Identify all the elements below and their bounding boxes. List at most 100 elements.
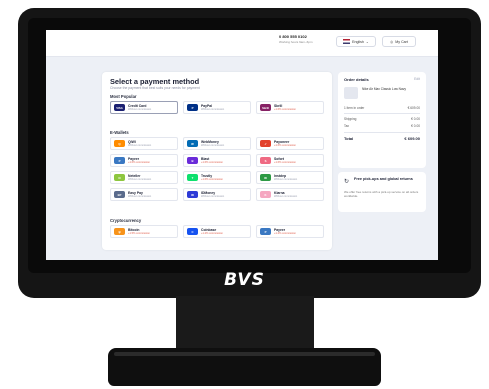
return-icon: ↻	[344, 179, 350, 185]
payment-option-text: Easy Pay Without commission	[128, 191, 151, 199]
payment-logo-icon: W	[187, 140, 198, 147]
payment-option-text: Credit Card Without commission	[128, 104, 151, 112]
payment-logo-icon: N	[114, 174, 125, 181]
section-label: Most Popular	[110, 94, 137, 99]
payment-option-text: WebMoney Without commission	[201, 140, 224, 148]
payment-logo-icon: ₿	[114, 228, 125, 235]
edit-order-link[interactable]: Edit	[414, 77, 420, 81]
divider	[344, 113, 420, 114]
payment-option-text: PayPal Without commission	[201, 104, 224, 112]
payment-logo-icon: P	[260, 228, 271, 235]
payment-option[interactable]: ✓ Payoneer +1.6% commission	[256, 137, 324, 150]
total-row: Total € 609.00	[344, 136, 420, 141]
payment-option[interactable]: C Coinbase +1.2% commission	[183, 225, 251, 238]
payment-option[interactable]: S Sofort +1.6% commission	[256, 154, 324, 167]
payment-logo-icon: P	[187, 104, 198, 111]
payment-option[interactable]: Skrill Skrill +1.6% commission	[256, 101, 324, 114]
payment-option-fee: +1.5% commission	[128, 231, 150, 235]
payment-option-fee: Without commission	[201, 143, 225, 147]
shipping-value: € 0.00	[411, 117, 420, 121]
free-returns-card: ↻ Free pick-ups and global returns We of…	[338, 172, 426, 212]
payment-option[interactable]: EP Easy Pay Without commission	[110, 188, 178, 201]
top-bar: 0 800 555 0102 Working hours 9am–6pm Eng…	[46, 30, 438, 57]
payment-option-text: Sofort +1.6% commission	[274, 157, 296, 165]
payment-option[interactable]: Q QIWI Without commission	[110, 137, 178, 150]
payment-option-text: Skrill +1.6% commission	[274, 104, 296, 112]
screen: 0 800 555 0102 Working hours 9am–6pm Eng…	[46, 30, 438, 260]
payment-logo-icon: ID	[187, 191, 198, 198]
payment-logo-icon: EP	[114, 191, 125, 198]
payment-option[interactable]: P Payeer +1.2% commission	[256, 225, 324, 238]
us-flag-icon	[343, 39, 351, 44]
payment-option-text: QIWI Without commission	[128, 140, 151, 148]
payment-logo-icon: ✓	[260, 140, 271, 147]
payment-option-text: Payeer +1.6% commission	[128, 157, 150, 165]
payment-option-fee: Without commission	[201, 194, 225, 198]
page-title: Select a payment method	[110, 77, 200, 86]
payment-option-text: Payeer +1.2% commission	[274, 228, 296, 236]
product-name: Nike Air Max Classic Low Navy	[362, 87, 406, 91]
payment-option[interactable]: K Klarna Without commission	[256, 188, 324, 201]
payment-logo-icon: T	[187, 174, 198, 181]
payment-option-fee: +1.6% commission	[201, 160, 223, 164]
payment-option-fee: Without commission	[128, 177, 152, 181]
payment-logo-icon: Q	[114, 140, 125, 147]
payment-method-card: Select a payment method Choose the payme…	[102, 72, 332, 250]
payment-option[interactable]: VISA Credit Card Without commission	[110, 101, 178, 114]
stand-base-highlight	[114, 352, 375, 356]
payment-option-text: Instdep Without commission	[274, 174, 297, 182]
cart-label: My Cart	[395, 39, 408, 44]
payment-option-text: IDMoney Without commission	[201, 191, 224, 199]
payment-option[interactable]: P Payeer +1.6% commission	[110, 154, 178, 167]
shipping-row: Shipping € 0.00	[344, 117, 420, 121]
payment-option-fee: Without commission	[128, 107, 152, 111]
section-label: Cryptocurrency	[110, 218, 142, 223]
payment-logo-icon: ID	[260, 174, 271, 181]
payment-logo-icon: VISA	[114, 104, 125, 111]
promo-text: We offer free returns with a pick-up ser…	[344, 190, 419, 198]
payment-option[interactable]: T Trustly +1.6% commission	[183, 171, 251, 184]
payment-logo-icon: C	[187, 228, 198, 235]
payment-option-fee: +1.6% commission	[274, 143, 296, 147]
payment-option[interactable]: B Blast +1.6% commission	[183, 154, 251, 167]
payment-option[interactable]: W WebMoney Without commission	[183, 137, 251, 150]
payment-option-fee: +1.6% commission	[201, 177, 223, 181]
order-details-card: Order details Edit Nike Air Max Classic …	[338, 72, 426, 168]
payment-options-grid: VISA Credit Card Without commission P PayPal…	[110, 101, 324, 114]
payment-option-fee: Without commission	[201, 107, 225, 111]
payment-option-text: Neteller Without commission	[128, 174, 151, 182]
promo-title: Free pick-ups and global returns	[354, 177, 413, 181]
page-subtitle: Choose the payment that best suits your …	[110, 86, 200, 90]
product-thumbnail	[344, 87, 358, 99]
payment-option-fee: +1.2% commission	[274, 231, 296, 235]
payment-option-fee: Without commission	[128, 194, 152, 198]
payment-option-fee: +1.6% commission	[128, 160, 150, 164]
cart-button[interactable]: ◎ My Cart	[382, 36, 416, 47]
payment-option-text: Klarna Without commission	[274, 191, 297, 199]
payment-option[interactable]: ID IDMoney Without commission	[183, 188, 251, 201]
tax-value: € 0.00	[411, 124, 420, 128]
items-label: 1 item in order	[344, 106, 365, 110]
payment-option[interactable]: ID Instdep Without commission	[256, 171, 324, 184]
payment-option-text: Payoneer +1.6% commission	[274, 140, 296, 148]
payment-option[interactable]: N Neteller Without commission	[110, 171, 178, 184]
payment-option-fee: Without commission	[128, 143, 152, 147]
payment-logo-icon: Skrill	[260, 104, 271, 111]
total-value: € 609.00	[404, 136, 420, 141]
payment-option-fee: +1.6% commission	[274, 160, 296, 164]
payment-option-fee: Without commission	[274, 177, 298, 181]
payment-logo-icon: B	[187, 157, 198, 164]
section-label: E-Wallets	[110, 130, 129, 135]
shipping-label: Shipping	[344, 117, 357, 121]
payment-option-text: Bitcoin +1.5% commission	[128, 228, 150, 236]
divider	[344, 132, 420, 133]
payment-option[interactable]: P PayPal Without commission	[183, 101, 251, 114]
items-value: € 609.00	[407, 106, 420, 110]
payment-option-fee: +1.6% commission	[274, 107, 296, 111]
payment-option[interactable]: ₿ Bitcoin +1.5% commission	[110, 225, 178, 238]
tax-label: Tax	[344, 124, 349, 128]
payment-option-fee: Without commission	[274, 194, 298, 198]
brand-logo: BVS	[224, 270, 265, 290]
items-row: 1 item in order € 609.00	[344, 106, 420, 110]
language-selector[interactable]: English ⌄	[336, 36, 376, 47]
